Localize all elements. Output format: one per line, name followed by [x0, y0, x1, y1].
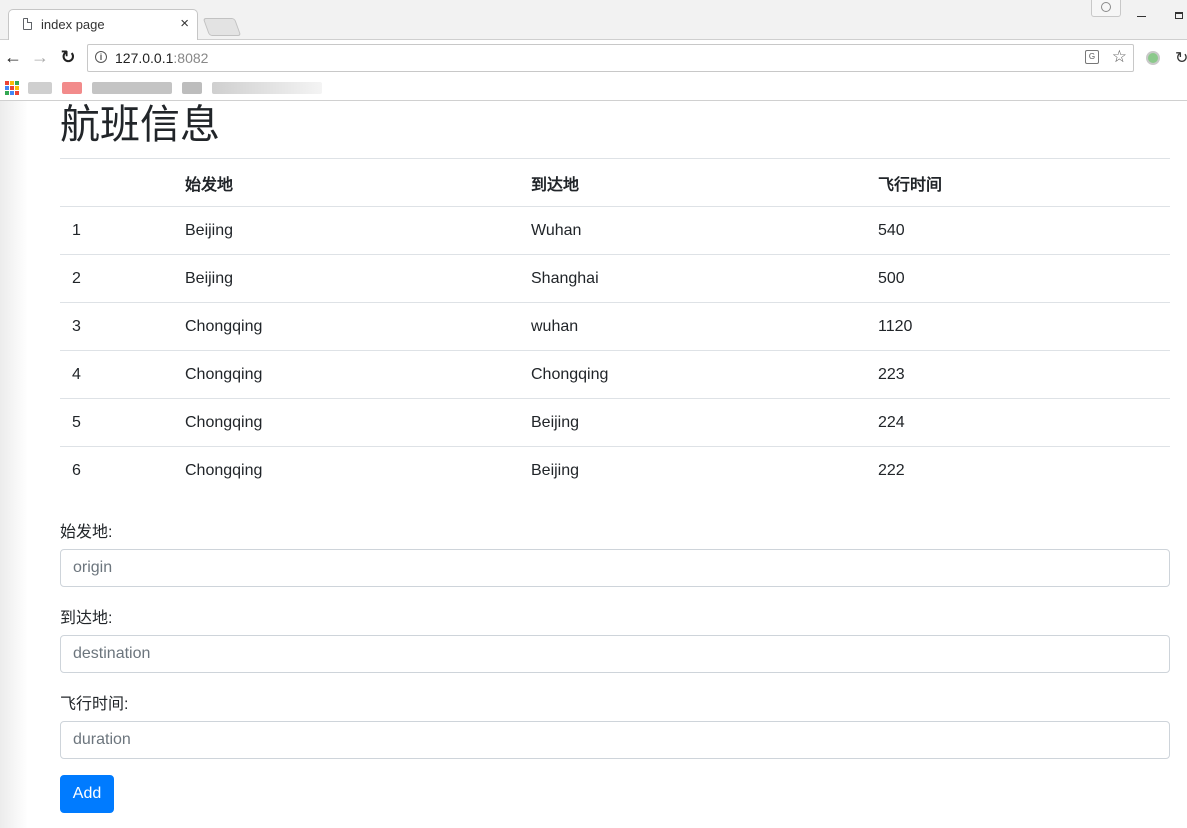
profile-icon [1101, 2, 1111, 12]
translate-icon[interactable]: G [1085, 50, 1099, 64]
blurred-bookmark[interactable] [182, 82, 202, 94]
destination-input[interactable] [60, 635, 1170, 673]
cell-origin: Chongqing [173, 446, 519, 495]
blurred-bookmark[interactable] [212, 82, 322, 94]
table-row: 2 Beijing Shanghai 500 [60, 254, 1170, 303]
cell-destination: Beijing [519, 446, 866, 495]
url-text[interactable]: 127.0.0.1:8082 [115, 50, 208, 66]
cell-origin: Chongqing [173, 302, 519, 351]
column-header-destination: 到达地 [519, 158, 866, 207]
cell-destination: Shanghai [519, 254, 866, 303]
close-tab-icon[interactable]: × [180, 15, 189, 33]
url-host: 127.0.0.1 [115, 50, 174, 66]
new-tab-button[interactable] [202, 18, 242, 36]
cell-index: 4 [60, 350, 173, 399]
cell-index: 2 [60, 254, 173, 303]
cell-origin: Beijing [173, 206, 519, 255]
duration-input[interactable] [60, 721, 1170, 759]
table-row: 5 Chongqing Beijing 224 [60, 398, 1170, 447]
cell-duration: 500 [866, 254, 1170, 303]
maximize-icon[interactable] [1175, 12, 1183, 19]
back-button[interactable]: ← [3, 47, 23, 67]
cell-duration: 1120 [866, 302, 1170, 351]
cell-origin: Beijing [173, 254, 519, 303]
add-button[interactable]: Add [60, 775, 114, 813]
cell-destination: wuhan [519, 302, 866, 351]
blurred-bookmark[interactable] [92, 82, 172, 94]
cell-index: 6 [60, 446, 173, 495]
minimize-icon[interactable] [1137, 16, 1146, 17]
info-icon[interactable]: i [95, 51, 107, 63]
cell-duration: 540 [866, 206, 1170, 255]
cell-index: 1 [60, 206, 173, 255]
page-icon [23, 18, 32, 30]
blurred-bookmark[interactable] [28, 82, 52, 94]
cell-duration: 223 [866, 350, 1170, 399]
blurred-bookmark[interactable] [62, 82, 82, 94]
forward-button[interactable]: → [30, 47, 50, 67]
browser-tab[interactable]: index page × [8, 9, 198, 40]
bookmark-star-icon[interactable]: ☆ [1112, 47, 1127, 67]
origin-input[interactable] [60, 549, 1170, 587]
cell-destination: Chongqing [519, 350, 866, 399]
cell-index: 5 [60, 398, 173, 447]
cell-origin: Chongqing [173, 350, 519, 399]
origin-label: 始发地: [60, 524, 113, 541]
profile-button[interactable] [1091, 0, 1121, 17]
column-header-duration: 飞行时间 [866, 158, 1170, 207]
table-row: 3 Chongqing wuhan 1120 [60, 302, 1170, 351]
extension-refresh-icon[interactable]: ↻ [1175, 48, 1187, 68]
address-bar[interactable]: i 127.0.0.1:8082 G ☆ [87, 44, 1134, 72]
duration-label: 飞行时间: [60, 696, 129, 713]
page-edge-shadow [0, 101, 28, 828]
column-header-index [60, 158, 173, 207]
bookmarks-bar [0, 76, 1187, 101]
cell-duration: 224 [866, 398, 1170, 447]
browser-toolbar: ← → ↻ i 127.0.0.1:8082 G ☆ [0, 40, 1187, 76]
table-row: 1 Beijing Wuhan 540 [60, 206, 1170, 255]
table-header-row: 始发地 到达地 飞行时间 [60, 158, 1170, 207]
cell-duration: 222 [866, 446, 1170, 495]
table-row: 6 Chongqing Beijing 222 [60, 446, 1170, 495]
tab-strip: index page × [0, 0, 1187, 40]
extension-icon[interactable] [1146, 51, 1160, 65]
url-port: :8082 [173, 50, 209, 66]
apps-icon[interactable] [5, 81, 19, 95]
reload-button[interactable]: ↻ [58, 47, 78, 67]
destination-label: 到达地: [60, 610, 113, 627]
page-title: 航班信息 [60, 102, 220, 148]
column-header-origin: 始发地 [173, 158, 519, 207]
flights-table: 始发地 到达地 飞行时间 1 Beijing Wuhan 540 2 Beiji… [60, 158, 1170, 495]
table-row: 4 Chongqing Chongqing 223 [60, 350, 1170, 399]
cell-destination: Wuhan [519, 206, 866, 255]
cell-destination: Beijing [519, 398, 866, 447]
cell-index: 3 [60, 302, 173, 351]
tab-title: index page [41, 17, 105, 32]
cell-origin: Chongqing [173, 398, 519, 447]
